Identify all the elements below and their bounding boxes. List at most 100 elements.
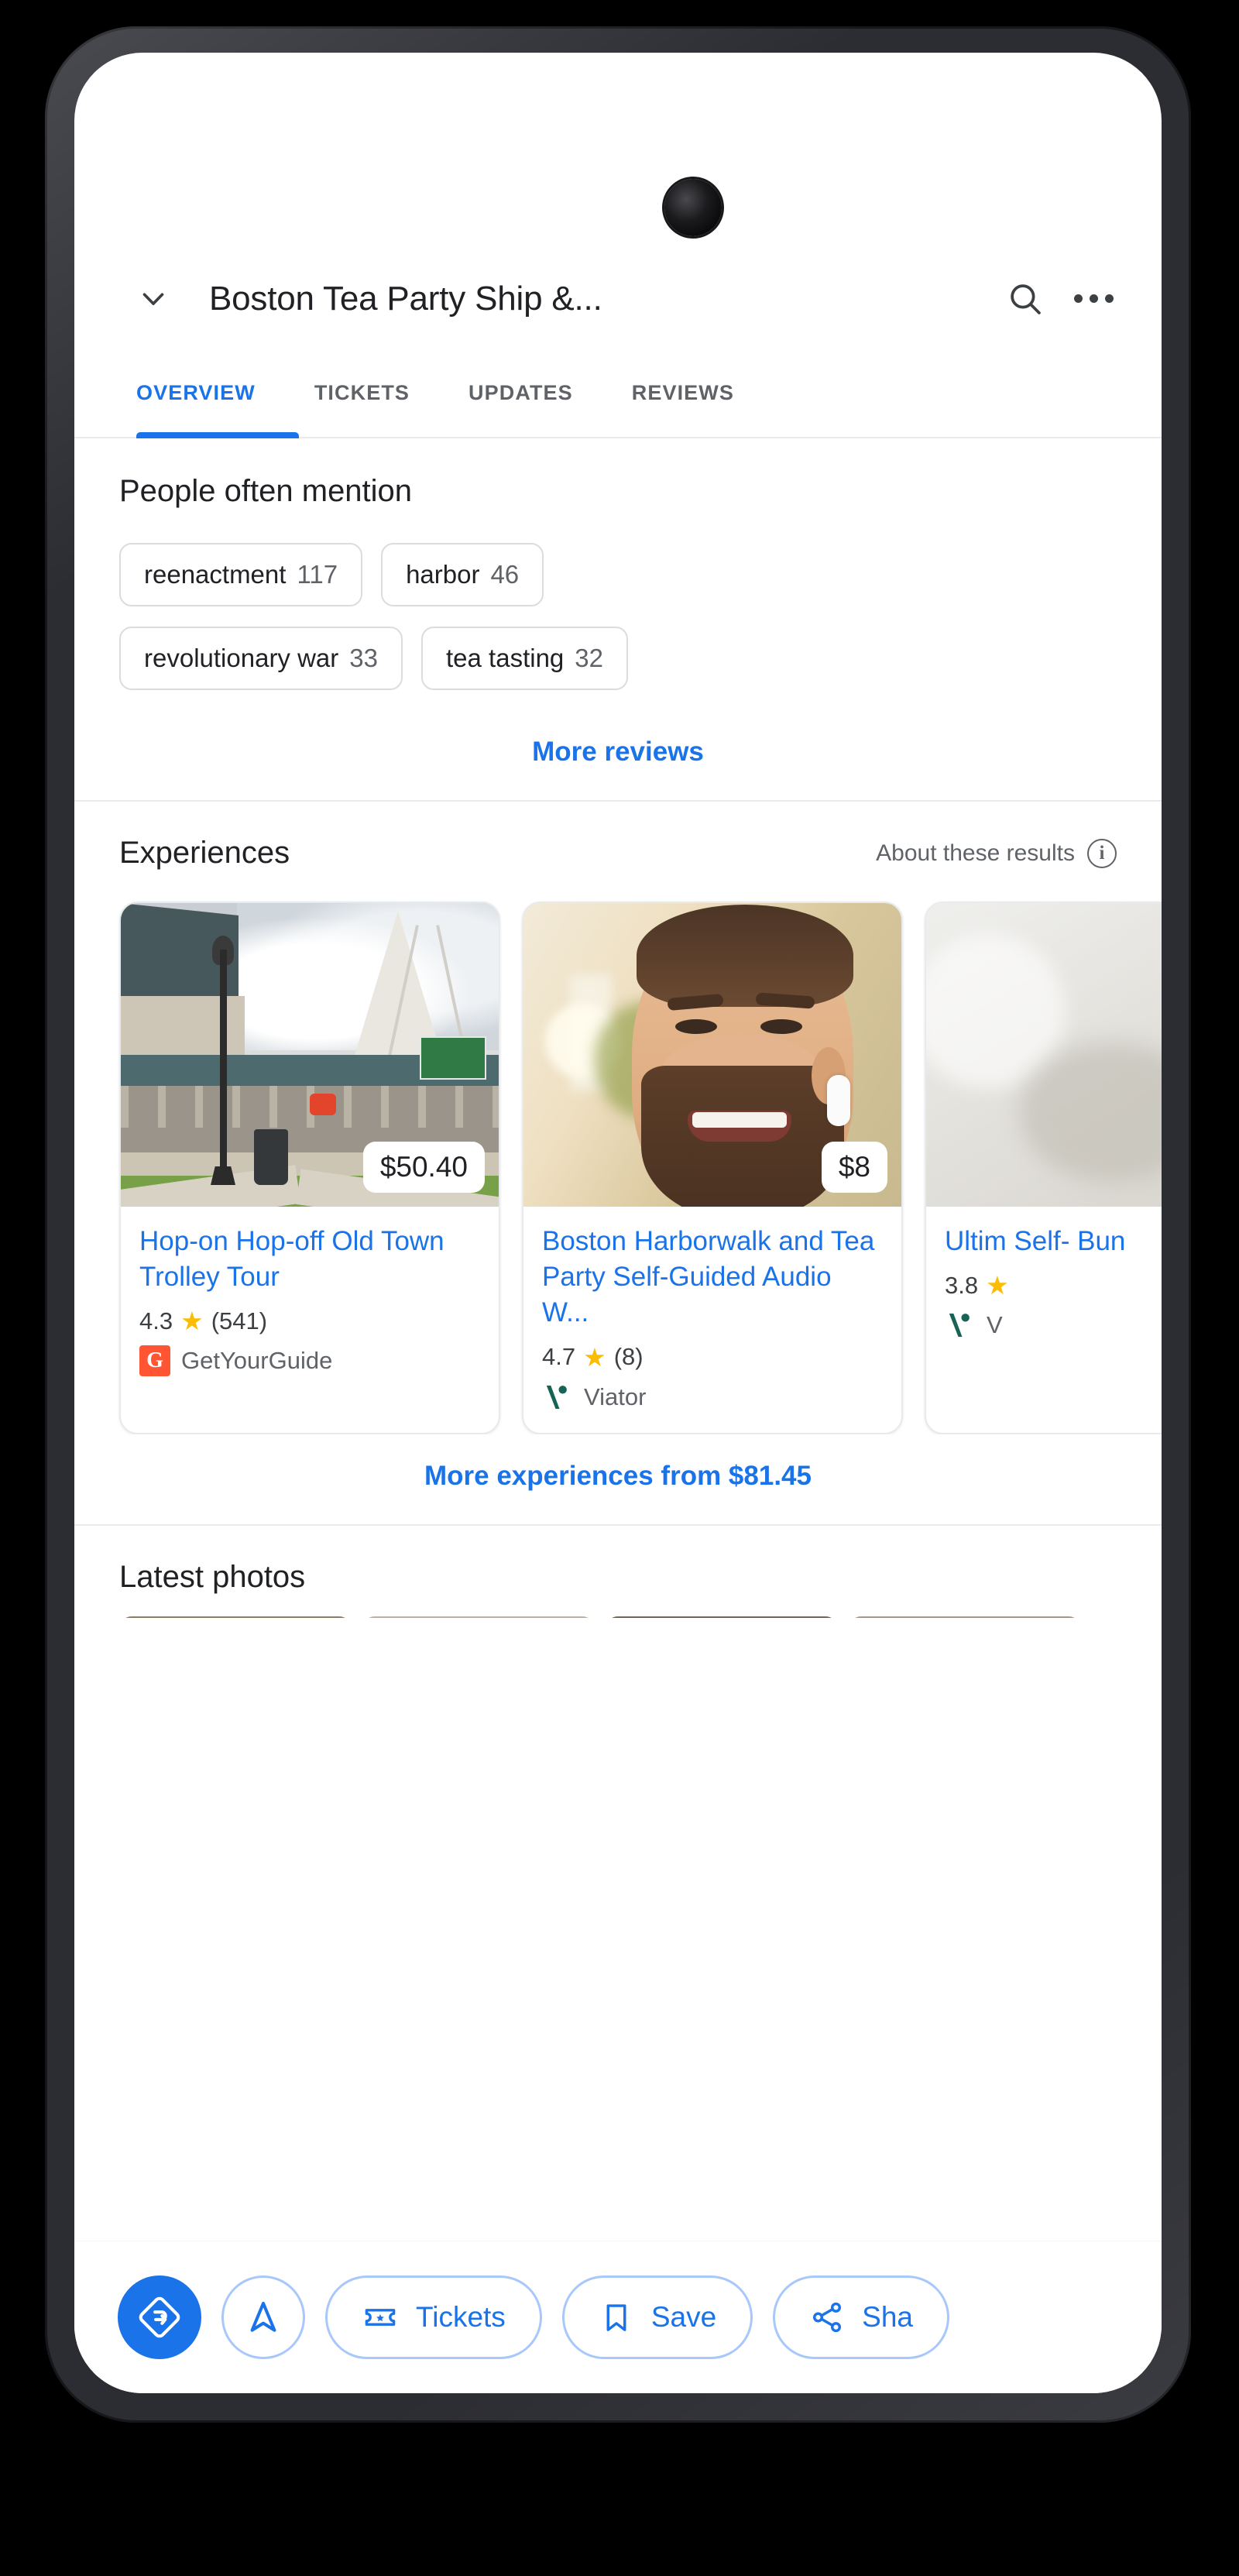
chip-harbor[interactable]: harbor 46: [381, 543, 544, 606]
photo-thumbnail[interactable]: [119, 1616, 352, 1618]
tab-tickets[interactable]: TICKETS: [285, 347, 439, 438]
chip-count: 32: [575, 644, 603, 672]
chip-line-2: revolutionary war 33 tea tasting 32: [119, 627, 1117, 690]
photo-thumbnail[interactable]: [362, 1616, 595, 1618]
card-image: $50.40: [121, 903, 499, 1207]
tab-tickets-label: TICKETS: [314, 380, 410, 404]
search-button[interactable]: [991, 265, 1059, 333]
overflow-menu-button[interactable]: [1059, 265, 1127, 333]
chip-revolutionary-war[interactable]: revolutionary war 33: [119, 627, 403, 690]
tickets-button-label: Tickets: [416, 2301, 506, 2333]
chevron-down-icon: [142, 292, 164, 305]
experiences-header: Experiences About these results i: [74, 802, 1162, 871]
card-image: [926, 903, 1162, 1207]
card-body: Hop-on Hop-off Old Town Trolley Tour 4.3…: [121, 1207, 499, 1396]
chip-label: reenactment: [144, 560, 287, 589]
experiences-carousel[interactable]: $50.40 Hop-on Hop-off Old Town Trolley T…: [74, 871, 1162, 1434]
viator-logo-icon: [949, 1314, 970, 1338]
info-icon: i: [1087, 838, 1117, 868]
share-button[interactable]: Sha: [773, 2275, 949, 2359]
ticket-icon: [365, 2309, 396, 2326]
more-reviews-link[interactable]: More reviews: [74, 710, 1162, 800]
mention-chips: reenactment 117 harbor 46 revolutionary …: [74, 543, 1162, 690]
tab-active-indicator: [136, 432, 299, 438]
tab-updates-label: UPDATES: [468, 380, 573, 404]
bookmark-icon: [606, 2304, 626, 2331]
rating-value: 4.7: [542, 1343, 576, 1371]
collapse-button[interactable]: [119, 265, 187, 333]
chip-count: 33: [349, 644, 378, 672]
phone-screen: Boston Tea Party Ship &... OVERVIEW TICK…: [74, 53, 1162, 2393]
directions-button[interactable]: [118, 2275, 201, 2359]
chip-reenactment[interactable]: reenactment 117: [119, 543, 363, 606]
card-body: Ultim Self- Bun 3.8 ★ V: [926, 1207, 1162, 1361]
tab-reviews-label: REVIEWS: [631, 380, 734, 404]
card-provider: Viator: [542, 1382, 883, 1413]
tab-overview[interactable]: OVERVIEW: [119, 347, 299, 438]
bottom-action-bar: Tickets Save Sha: [74, 2241, 1162, 2393]
card-price-badge: $50.40: [362, 1142, 485, 1193]
more-horizontal-icon: [1073, 294, 1114, 303]
card-rating: 4.3 ★ (541): [139, 1306, 480, 1336]
tab-overview-label: OVERVIEW: [136, 380, 256, 404]
app-header: Boston Tea Party Ship &...: [74, 250, 1162, 347]
card-image: $8: [523, 903, 901, 1207]
share-icon: [813, 2302, 842, 2333]
card-provider: G GetYourGuide: [139, 1345, 480, 1377]
experiences-title: Experiences: [119, 836, 290, 870]
navigation-arrow-icon: [250, 2301, 276, 2332]
experience-card[interactable]: Ultim Self- Bun 3.8 ★ V: [925, 902, 1162, 1434]
card-title[interactable]: Hop-on Hop-off Old Town Trolley Tour: [139, 1224, 480, 1295]
card-price-badge: $8: [821, 1142, 887, 1193]
provider-name: Viator: [584, 1382, 647, 1410]
latest-photos-strip[interactable]: [74, 1595, 1162, 1618]
star-icon: ★: [583, 1342, 606, 1372]
front-camera-punch-hole: [664, 179, 722, 236]
card-provider: V: [945, 1310, 1162, 1341]
chip-label: revolutionary war: [144, 644, 339, 672]
people-often-mention-section: People often mention: [74, 440, 1162, 509]
card-rating: 3.8 ★: [945, 1270, 1162, 1300]
scroll-content[interactable]: People often mention reenactment 117 har…: [74, 440, 1162, 2393]
tickets-button[interactable]: Tickets: [325, 2275, 542, 2359]
experience-card[interactable]: $50.40 Hop-on Hop-off Old Town Trolley T…: [119, 902, 500, 1434]
photo-thumbnail[interactable]: [606, 1616, 838, 1618]
rating-value: 3.8: [945, 1271, 979, 1299]
getyourguide-logo-icon: G: [139, 1345, 170, 1377]
people-often-mention-title: People often mention: [119, 474, 413, 508]
latest-photos-section: Latest photos: [74, 1526, 1162, 1595]
chip-line-1: reenactment 117 harbor 46: [119, 543, 1117, 606]
save-button[interactable]: Save: [561, 2275, 753, 2359]
search-icon: [1011, 283, 1041, 314]
card-rating: 4.7 ★ (8): [542, 1342, 883, 1372]
star-icon: ★: [180, 1307, 204, 1336]
tab-reviews[interactable]: REVIEWS: [602, 347, 764, 438]
experience-card[interactable]: $8 Boston Harborwalk and Tea Party Self-…: [522, 902, 903, 1434]
review-count: (541): [211, 1307, 268, 1334]
chip-label: harbor: [406, 560, 480, 589]
more-experiences-link[interactable]: More experiences from $81.45: [74, 1434, 1162, 1524]
navigation-button[interactable]: [221, 2275, 305, 2359]
rating-value: 4.3: [139, 1307, 173, 1334]
chip-count: 117: [297, 560, 338, 589]
photo-thumbnail[interactable]: [849, 1616, 1081, 1618]
card-title[interactable]: Boston Harborwalk and Tea Party Self-Gui…: [542, 1224, 883, 1331]
card-body: Boston Harborwalk and Tea Party Self-Gui…: [523, 1207, 901, 1433]
star-icon: ★: [986, 1271, 1009, 1300]
latest-photos-title: Latest photos: [119, 1559, 306, 1594]
phone-device-frame: Boston Tea Party Ship &... OVERVIEW TICK…: [45, 26, 1191, 2423]
tab-updates[interactable]: UPDATES: [439, 347, 602, 438]
about-these-results-button[interactable]: About these results i: [876, 838, 1117, 868]
chip-label: tea tasting: [446, 644, 565, 672]
directions-icon: [139, 2296, 180, 2338]
provider-name: V: [987, 1311, 1003, 1339]
chip-tea-tasting[interactable]: tea tasting 32: [421, 627, 628, 690]
blurred-photo: [926, 903, 1162, 1207]
share-button-label: Sha: [862, 2301, 913, 2333]
viator-logo-icon: [546, 1385, 567, 1409]
page-title: Boston Tea Party Ship &...: [209, 279, 602, 318]
card-title[interactable]: Ultim Self- Bun: [945, 1224, 1162, 1259]
provider-name: GetYourGuide: [181, 1347, 333, 1375]
save-button-label: Save: [650, 2301, 717, 2333]
chip-count: 46: [490, 560, 520, 589]
